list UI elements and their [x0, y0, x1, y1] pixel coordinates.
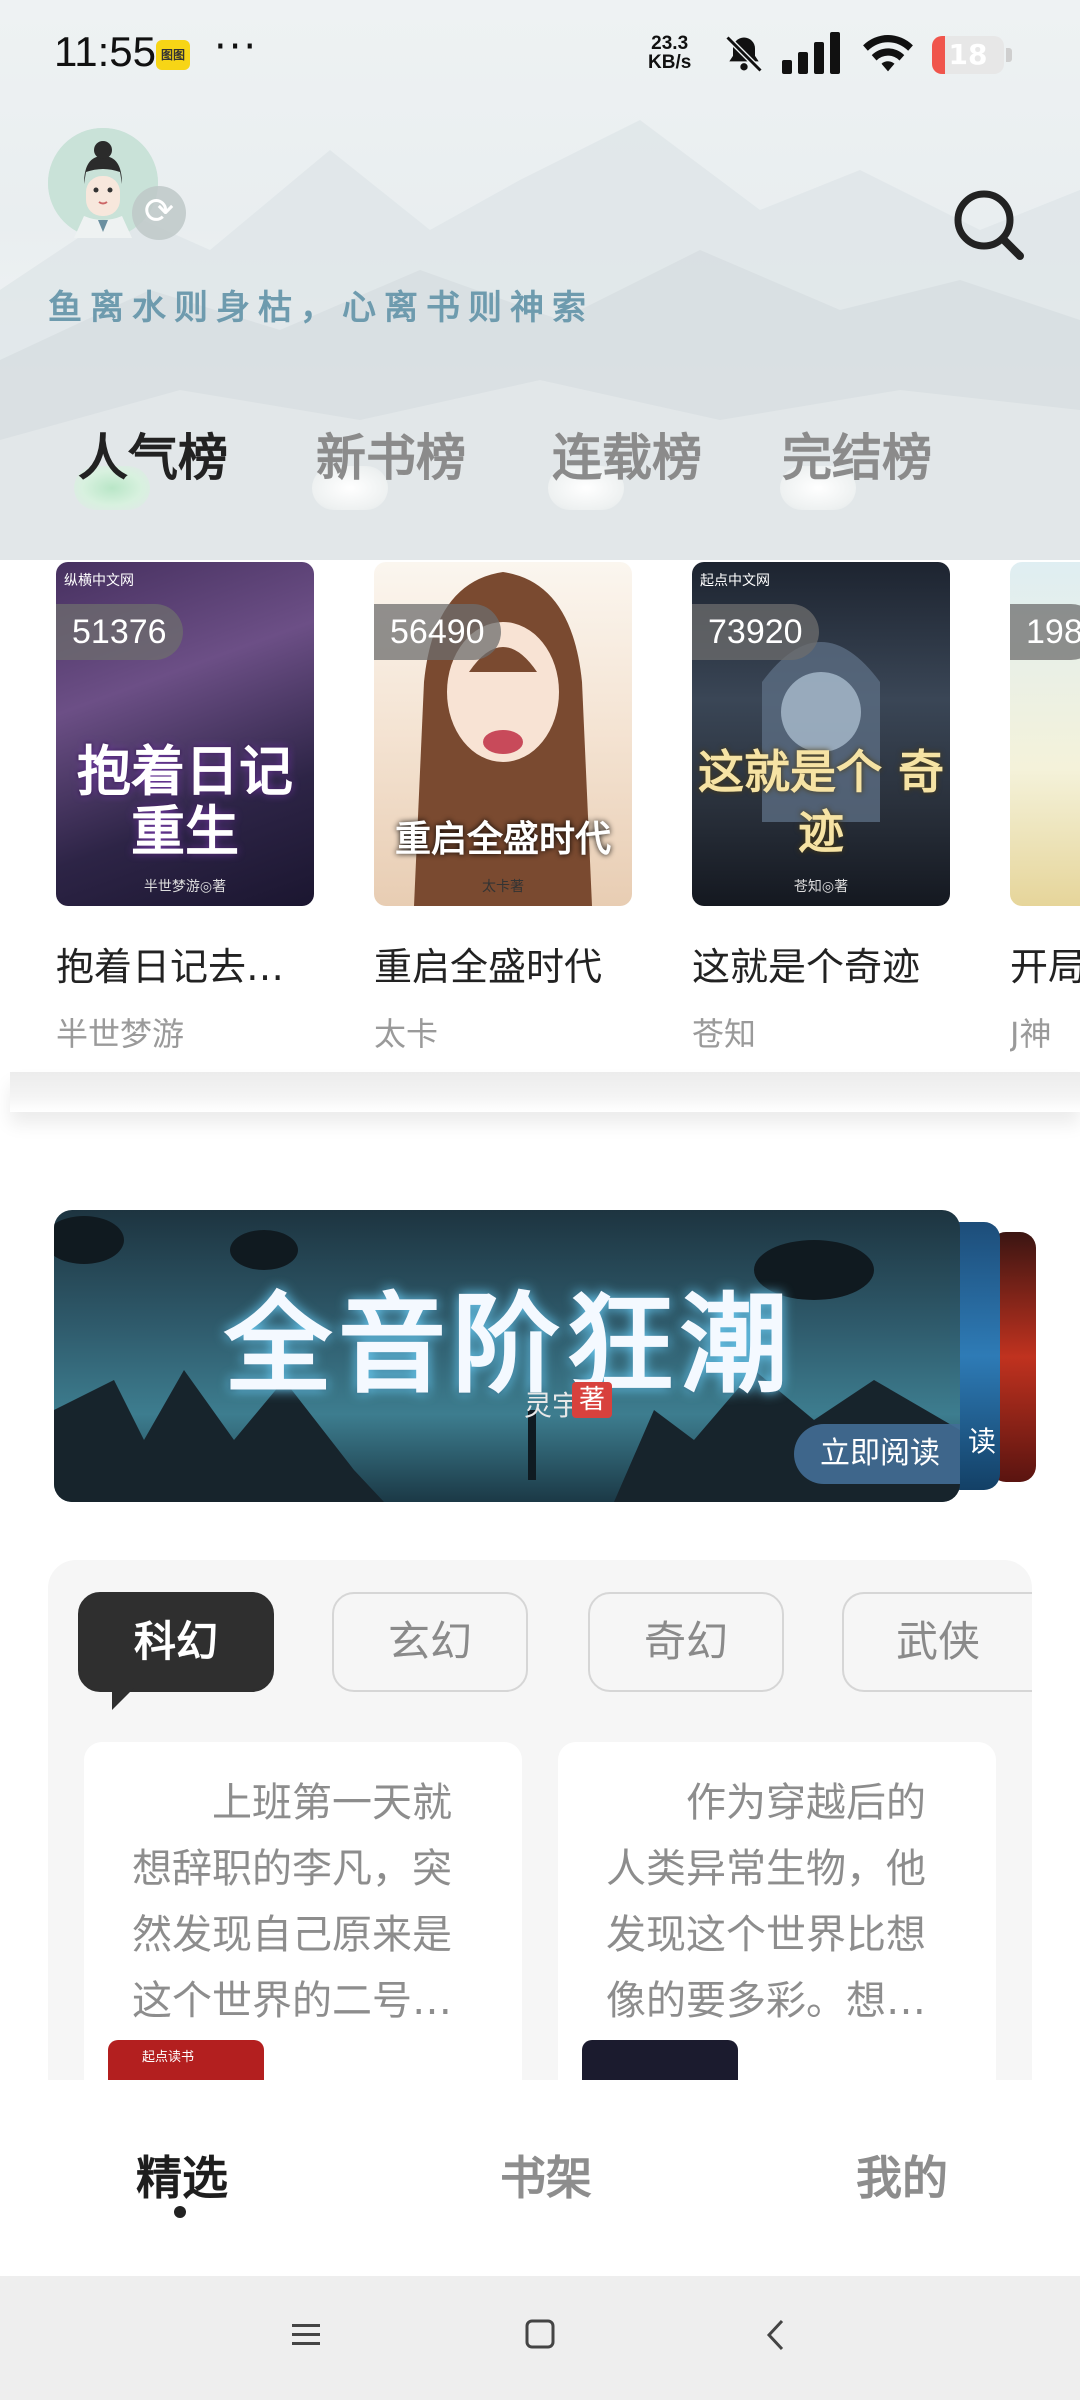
book-card[interactable]: 起点中文网 73920 这就是个 奇迹 苍知◎著 这就是个奇迹 苍知 [692, 562, 952, 1055]
cover-author: 半世梦游◎著 [143, 879, 227, 895]
category-xuanhuan[interactable]: 玄幻 [332, 1592, 528, 1692]
book-card[interactable]: 纵横中文网 51376 抱着日记 重生 半世梦游◎著 抱着日记去… 半世梦游 [56, 562, 316, 1055]
cover-title: 抱着日记 重生 [77, 740, 293, 863]
battery-level: 18 [948, 38, 988, 71]
more-notifications-icon: ··· [214, 24, 259, 70]
book-title[interactable]: 重启全盛时代 [374, 936, 634, 991]
banner-title: 全音阶狂潮 [224, 1283, 795, 1408]
banner-author-tag: 著 [572, 1382, 612, 1418]
book-title[interactable]: 这就是个奇迹 [692, 936, 952, 991]
slogan: 鱼离水则身枯，心离书则神索 [48, 288, 594, 328]
popularity-count: 198 [1010, 604, 1080, 660]
peek-read-label: 读 [967, 1425, 996, 1458]
battery-tip [1006, 48, 1012, 62]
book-card[interactable]: 56490 重启全盛时代 太卡著 重启全盛时代 太卡 [374, 562, 634, 1055]
tab-new-books[interactable]: 新书榜 [316, 418, 466, 490]
publisher-logo: 纵横中文网 [64, 573, 134, 589]
category-fantasy[interactable]: 奇幻 [588, 1592, 784, 1692]
book-cover[interactable]: 56490 重启全盛时代 太卡著 [374, 562, 632, 906]
tab-completed[interactable]: 完结榜 [782, 418, 932, 490]
book-title[interactable]: 开局 [1010, 936, 1080, 991]
recommendation-card[interactable]: 作为穿越后的人类异常生物，他发现这个世界比想像的要多彩。想… [558, 1742, 996, 2080]
popularity-count: 56490 [374, 604, 501, 660]
popularity-count: 73920 [692, 604, 819, 660]
book-cover[interactable]: 起点中文网 73920 这就是个 奇迹 苍知◎著 [692, 562, 950, 906]
nav-bookshelf[interactable]: 书架 [500, 2142, 592, 2208]
nav-active-dot [174, 2206, 186, 2218]
section-divider [10, 1072, 1080, 1112]
back-icon[interactable] [764, 2318, 788, 2352]
signal-icon [782, 32, 840, 74]
publisher-logo: 起点读书 [142, 2050, 195, 2065]
recommendation-cover[interactable]: 起点读书 [108, 2040, 264, 2080]
book-cover[interactable]: 198 [1010, 562, 1080, 906]
category-scifi[interactable]: 科幻 [78, 1592, 274, 1692]
popularity-count: 51376 [56, 604, 183, 660]
home-icon[interactable] [524, 2318, 556, 2350]
nav-mine[interactable]: 我的 [856, 2142, 948, 2208]
menu-icon[interactable] [290, 2320, 322, 2350]
status-bar: 11:55 图图 ··· 23.3 KB/s 18 [0, 0, 1080, 108]
book-author: J神 [1010, 1015, 1052, 1053]
refresh-avatar-icon[interactable]: ⟳ [132, 186, 186, 240]
cover-author: 苍知◎著 [793, 879, 849, 895]
network-speed: 23.3 KB/s [648, 33, 692, 73]
bottom-nav: 精选 书架 我的 [0, 2080, 1080, 2276]
wifi-icon [863, 35, 913, 72]
book-author: 太卡 [374, 1015, 439, 1053]
recommendation-cover[interactable] [582, 2040, 738, 2080]
battery-icon: 18 [932, 36, 1004, 74]
category-pointer [112, 1688, 134, 1710]
book-author: 苍知 [692, 1015, 757, 1053]
book-author: 半世梦游 [56, 1015, 185, 1053]
tab-serializing[interactable]: 连载榜 [552, 418, 702, 490]
tab-popular[interactable]: 人气榜 [78, 418, 228, 490]
system-navigation-bar [0, 2276, 1080, 2400]
nav-featured[interactable]: 精选 [136, 2142, 228, 2208]
banner[interactable]: 全音阶狂潮 灵宇 著 立即阅读 [54, 1210, 960, 1502]
recommendation-card[interactable]: 上班第一天就想辞职的李凡，突然发现自己原来是这个世界的二号… 起点读书 [84, 1742, 522, 2080]
cover-author: 太卡著 [482, 879, 524, 895]
book-title[interactable]: 抱着日记去… [56, 936, 316, 991]
app-notification-icon: 图图 [156, 40, 190, 70]
recommendation-description: 上班第一天就想辞职的李凡，突然发现自己原来是这个世界的二号… [132, 1780, 452, 2024]
book-card[interactable]: 198 开局 J神 [1010, 562, 1080, 1055]
recommendation-description: 作为穿越后的人类异常生物，他发现这个世界比想像的要多彩。想… [606, 1780, 926, 2024]
book-cover[interactable]: 纵横中文网 51376 抱着日记 重生 半世梦游◎著 [56, 562, 314, 906]
status-time: 11:55 [54, 28, 156, 75]
cover-title: 这就是个 奇迹 [697, 745, 944, 859]
cover-title: 重启全盛时代 [394, 819, 611, 860]
category-wuxia[interactable]: 武侠 [842, 1592, 1032, 1692]
read-now-button[interactable]: 立即阅读 [794, 1424, 960, 1484]
bell-off-icon [725, 35, 763, 73]
search-icon[interactable] [950, 186, 1030, 266]
